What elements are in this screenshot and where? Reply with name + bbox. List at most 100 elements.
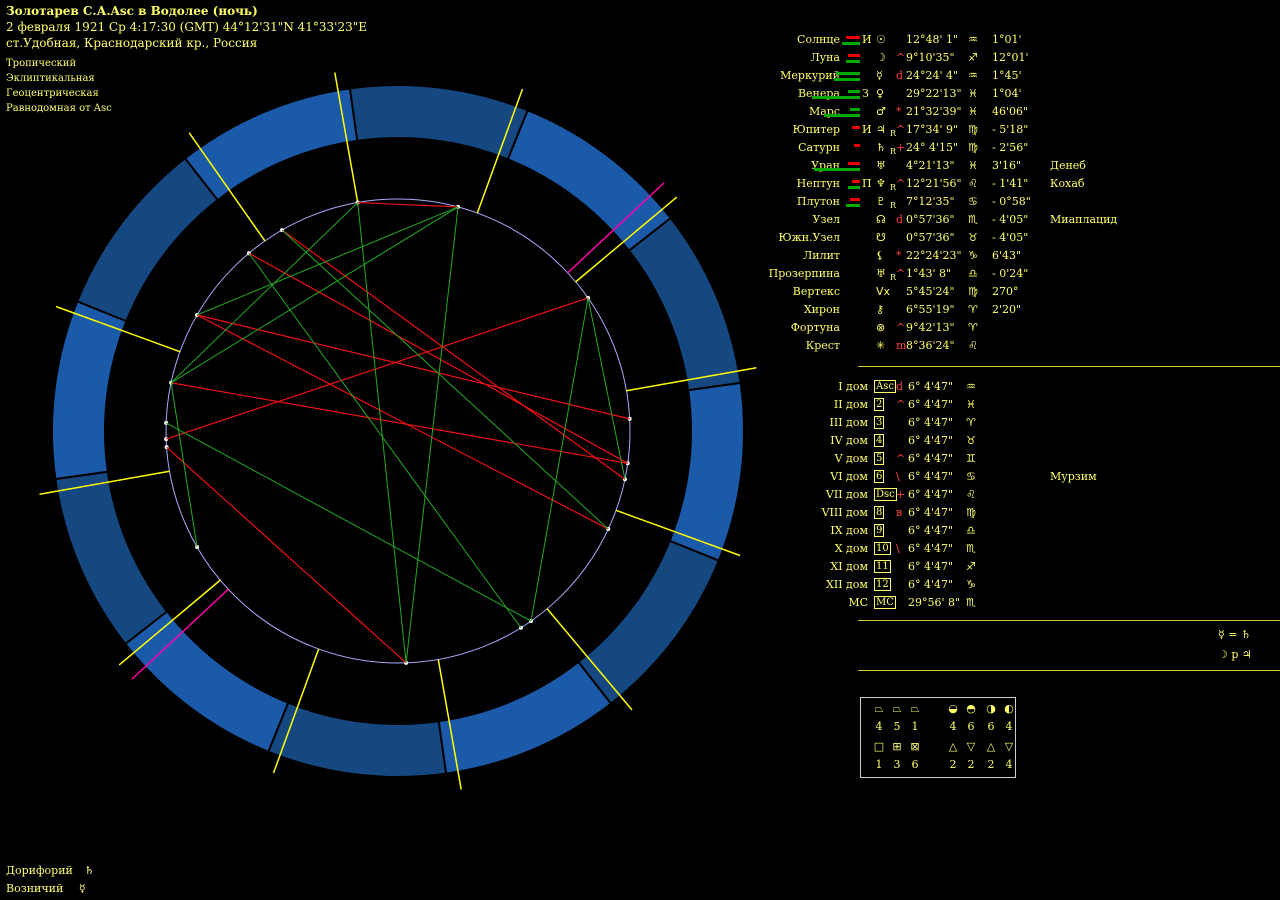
aspect-line-trine — [405, 206, 459, 663]
planet-glyph-icon: ♆ — [876, 177, 886, 190]
house-name: II дом — [833, 398, 868, 411]
house-name: X дом — [834, 542, 868, 555]
stat-value: 6 — [987, 720, 995, 733]
house-row: X дом 10 \ 6° 4'47" ♏ — [760, 542, 1280, 560]
stat-value: 2 — [967, 758, 975, 771]
aspect-line-opposition — [165, 297, 589, 440]
house-glyph: 10 — [874, 542, 891, 555]
sign-icon: ♎ — [966, 524, 976, 537]
stat-value: 1 — [911, 720, 919, 733]
house-row: IV дом 4 6° 4'47" ♉ — [760, 434, 1280, 452]
planet-row: Вертекс Vx 5°45'24" ♍ 270° — [700, 285, 1280, 303]
doryphory-label: Дорифорий — [6, 864, 73, 877]
strength-bar — [814, 168, 860, 171]
dignity-mark: ^ — [896, 123, 906, 136]
sign-icon: ♐ — [968, 51, 978, 64]
stat-symbol-icon: △ — [986, 740, 996, 753]
stat-symbol-icon: ▽ — [966, 740, 976, 753]
fixed-star: Миаплацид — [1050, 213, 1118, 226]
aspect-note-2: ☽ р ♃ — [1218, 648, 1252, 661]
stat-value: 6 — [911, 758, 919, 771]
house-glyph: 6 — [874, 470, 885, 483]
stat-value: 3 — [893, 758, 901, 771]
stat-symbol-icon: ◒ — [948, 702, 958, 715]
aspect-line-trine — [196, 206, 459, 316]
planet-row: Плутон ♇ R 7°12'35" ♋ - 0°58" — [700, 195, 1280, 213]
planet-glyph-icon: ☿ — [876, 69, 883, 82]
planet-name: Южн.Узел — [778, 231, 840, 244]
planet-name: Сатурн — [798, 141, 840, 154]
strength-bar — [846, 204, 860, 207]
dignity-mark: d — [896, 69, 904, 82]
strength-bar — [812, 96, 860, 99]
strength-bar — [842, 42, 860, 45]
aspect-note-1: ☿ = ♄ — [1218, 628, 1251, 641]
sign-icon: ♓ — [968, 159, 978, 172]
aspect-line-trine — [281, 229, 609, 530]
house-row: MC MC 29°56' 8" ♏ — [760, 596, 1280, 614]
stat-value: 4 — [949, 720, 957, 733]
aspect-line-trine — [165, 422, 532, 622]
house-glyph: 8 — [874, 506, 885, 519]
dignity-mark: d — [896, 213, 904, 226]
dignity-mark: ^ — [896, 321, 906, 334]
stat-symbol-icon: ◓ — [966, 702, 976, 715]
planet-name: Луна — [810, 51, 840, 64]
house-glyph: 11 — [874, 560, 891, 573]
stat-symbol-icon: △ — [948, 740, 958, 753]
planet-position: 22°24'23" — [906, 249, 962, 262]
house-position: 6° 4'47" — [908, 380, 954, 393]
planet-glyph-icon: ☽ — [876, 51, 886, 64]
sign-icon: ♈ — [966, 416, 976, 429]
strength-bar — [848, 90, 860, 93]
planet-speed: - 2'56" — [992, 141, 1029, 154]
planet-name: Фортуна — [790, 321, 840, 334]
zodiac-segment — [576, 539, 721, 706]
fixed-star: Денеб — [1050, 159, 1086, 172]
planet-speed: 270° — [992, 285, 1019, 298]
stat-symbol-icon: ◐ — [1004, 702, 1014, 715]
house-note: Мурзим — [1050, 470, 1097, 483]
planet-glyph-icon: Vx — [876, 285, 891, 298]
charioteer-label: Возничий — [6, 882, 64, 895]
aspect-line-trine — [248, 252, 522, 629]
house-name: VIII дом — [821, 506, 868, 519]
mercury-icon: ☿ — [78, 882, 86, 895]
stat-symbol-icon: ⏢ — [910, 702, 920, 715]
planet-position: 21°32'39" — [906, 105, 962, 118]
planet-row: Крест ✳ m 8°36'24" ♌ — [700, 339, 1280, 357]
dignity-mark: ^ — [896, 51, 906, 64]
house-position: 6° 4'47" — [908, 452, 954, 465]
stat-symbol-icon: ⊞ — [892, 740, 902, 753]
planet-name: Прозерпина — [768, 267, 840, 280]
house-row: XII дом 12 6° 4'47" ♑ — [760, 578, 1280, 596]
house-name: V дом — [834, 452, 868, 465]
sign-icon: ♉ — [968, 231, 978, 244]
house-mark: d — [896, 380, 904, 393]
dignity-mark: ^ — [896, 177, 906, 190]
planet-row: Луна ☽ ^ 9°10'35" ♐ 12°01' — [700, 51, 1280, 69]
sign-icon: ♋ — [968, 195, 978, 208]
sign-icon: ♌ — [966, 488, 976, 501]
planet-speed: 3'16" — [992, 159, 1022, 172]
planet-glyph-icon: ✳ — [876, 339, 886, 352]
planet-speed: - 4'05" — [992, 231, 1029, 244]
aspect-line-trine — [530, 297, 589, 622]
stat-symbol-icon: ⏢ — [874, 702, 884, 715]
planet-position: 29°22'13" — [906, 87, 962, 100]
planet-name: Солнце — [797, 33, 840, 46]
house-name: IV дом — [830, 434, 868, 447]
planet-position: 6°55'19" — [906, 303, 955, 316]
sign-icon: ♍ — [968, 123, 978, 136]
planet-row: Меркурий ☿ d 24°24' 4" ♒ 1°45' — [700, 69, 1280, 87]
stat-value: 4 — [1005, 720, 1013, 733]
strength-bar — [846, 60, 860, 63]
house-position: 6° 4'47" — [908, 398, 954, 411]
house-name: XI дом — [830, 560, 868, 573]
zodiac-segment — [437, 660, 613, 775]
planet-row: Марс ♂ * 21°32'39" ♓ 46'06" — [700, 105, 1280, 123]
divider — [858, 366, 1280, 367]
house-name: IX дом — [830, 524, 868, 537]
planet-position: 9°42'13" — [906, 321, 955, 334]
aspect-line-trine — [170, 382, 198, 548]
